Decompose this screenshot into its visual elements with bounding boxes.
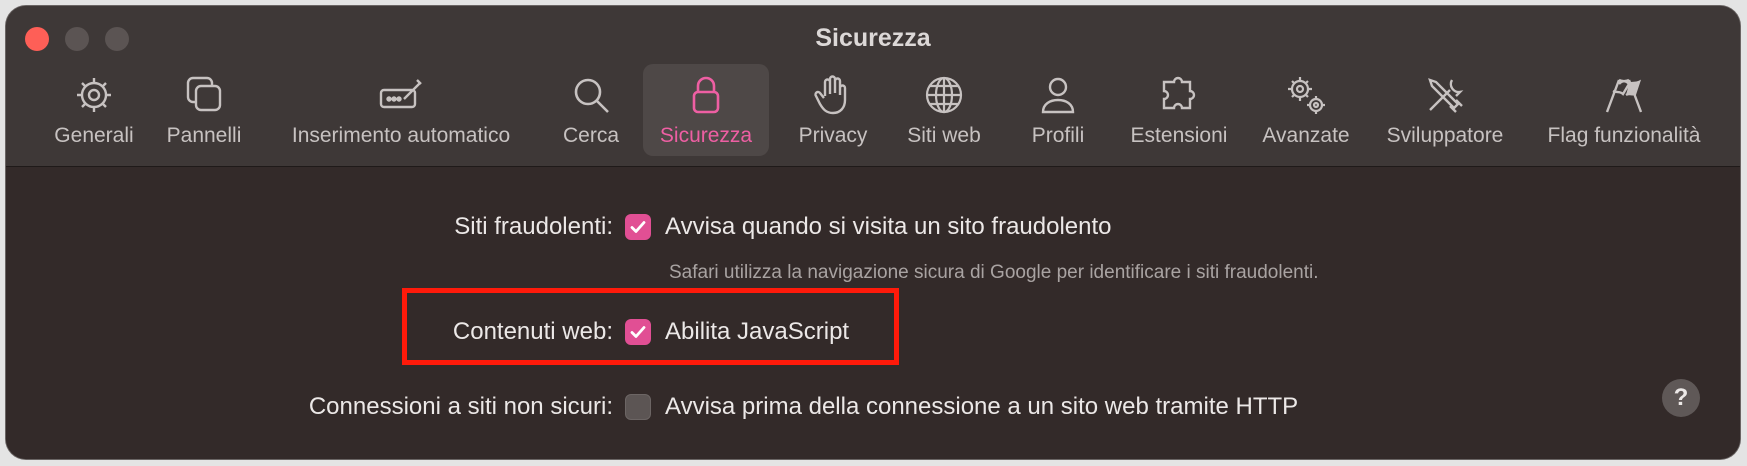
globe-icon (925, 76, 963, 114)
tab-label: Generali (54, 124, 134, 147)
fraudulent-hint-text: Safari utilizza la navigazione sicura di… (669, 262, 1319, 283)
puzzle-icon (1162, 76, 1196, 110)
tab-sicurezza[interactable]: Sicurezza (643, 64, 769, 156)
http-warning-option[interactable]: Avvisa prima della connessione a un sito… (665, 393, 1298, 421)
lock-icon (692, 76, 720, 114)
tab-label: Siti web (907, 124, 981, 147)
tab-label: Inserimento automatico (291, 124, 511, 147)
highlight-box (402, 288, 899, 365)
help-button[interactable]: ? (1662, 379, 1700, 417)
tab-label: Privacy (798, 124, 868, 147)
tab-estensioni[interactable]: Estensioni (1120, 64, 1238, 156)
fraudulent-warning-checkbox[interactable] (625, 214, 651, 240)
tab-cerca[interactable]: Cerca (541, 64, 641, 156)
window-title: Sicurezza (815, 24, 931, 52)
toolbar: Sicurezza Generali Pannelli Inserimento … (6, 6, 1740, 167)
http-warning-checkbox[interactable] (625, 394, 651, 420)
tab-siti-web[interactable]: Siti web (892, 64, 996, 156)
tab-label: Profili (1031, 124, 1085, 147)
fraudulent-sites-label: Siti fraudolenti: (454, 213, 613, 240)
tab-flag-funzionalita[interactable]: Flag funzionalità (1536, 64, 1712, 156)
tab-generali[interactable]: Generali (42, 64, 146, 156)
tab-sviluppatore[interactable]: Sviluppatore (1374, 64, 1516, 156)
tab-pannelli[interactable]: Pannelli (152, 64, 256, 156)
preferences-window: Sicurezza Generali Pannelli Inserimento … (6, 6, 1740, 459)
tab-inserimento-automatico[interactable]: Inserimento automatico (276, 64, 526, 156)
tab-label: Estensioni (1130, 124, 1228, 147)
hand-icon (814, 75, 847, 115)
tab-privacy[interactable]: Privacy (781, 64, 885, 156)
tab-label: Flag funzionalità (1547, 124, 1701, 147)
gear-icon (77, 78, 111, 112)
tab-label: Sicurezza (659, 124, 753, 147)
tab-profili[interactable]: Profili (1006, 64, 1110, 156)
person-icon (1041, 77, 1075, 114)
checkmark-icon (630, 221, 646, 233)
tabs-icon (186, 76, 222, 112)
tab-label: Pannelli (166, 124, 242, 147)
flags-icon (1605, 78, 1643, 113)
gears-icon (1288, 77, 1325, 114)
autofill-pencil-icon (379, 79, 422, 109)
insecure-connections-label: Connessioni a siti non sicuri: (308, 393, 613, 420)
tab-avanzate[interactable]: Avanzate (1254, 64, 1358, 156)
tab-label: Sviluppatore (1386, 124, 1504, 147)
tab-label: Cerca (562, 124, 620, 147)
fraudulent-warning-option[interactable]: Avvisa quando si visita un sito fraudole… (665, 213, 1112, 241)
search-icon (574, 78, 609, 113)
tools-icon (1428, 78, 1464, 113)
tab-label: Avanzate (1262, 124, 1350, 147)
